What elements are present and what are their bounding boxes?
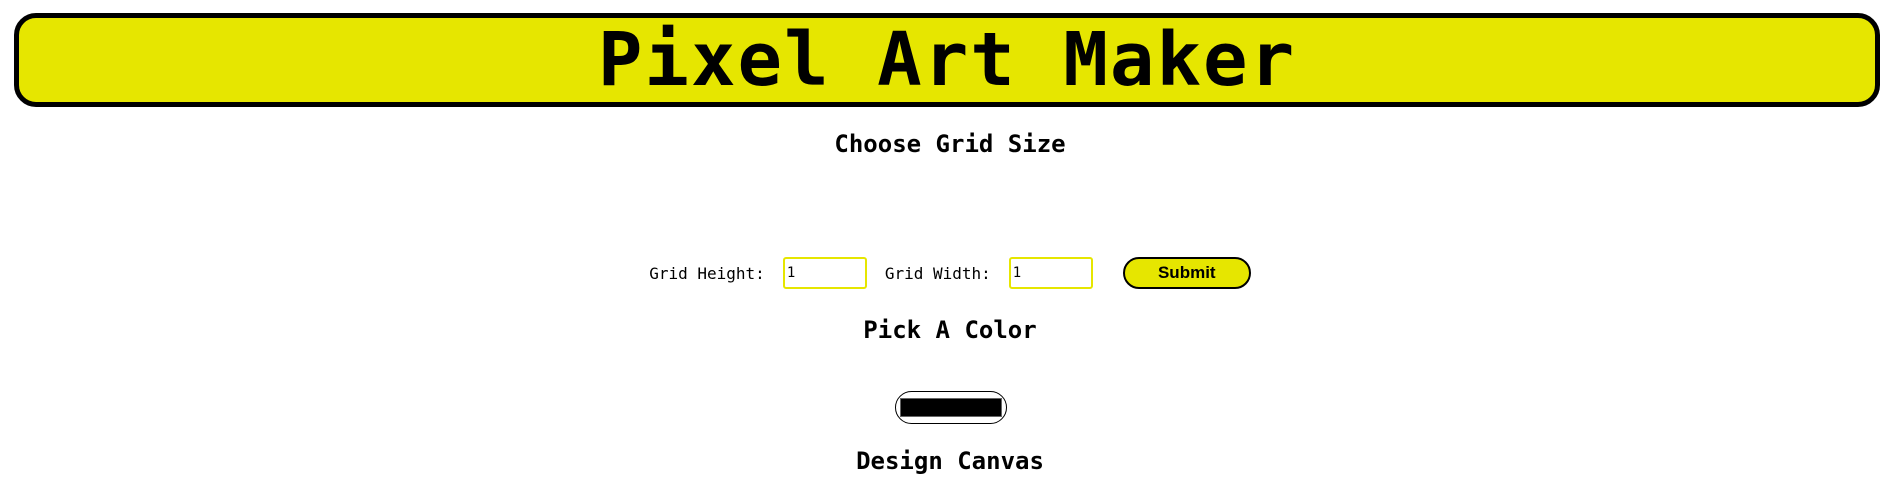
submit-button[interactable]: Submit: [1122, 257, 1251, 289]
pick-color-heading: Pick A Color: [863, 316, 1037, 344]
color-picker[interactable]: [895, 391, 1007, 424]
page-title: Pixel Art Maker: [597, 17, 1297, 103]
grid-height-label: Grid Height:: [649, 263, 765, 283]
color-swatch[interactable]: [900, 398, 1002, 417]
grid-height-input[interactable]: [782, 257, 867, 289]
grid-width-input[interactable]: [1008, 257, 1093, 289]
grid-size-heading: Choose Grid Size: [834, 130, 1066, 158]
grid-size-form: Grid Height: Grid Width: Submit: [0, 257, 1900, 289]
grid-width-label: Grid Width:: [884, 263, 991, 283]
design-canvas-heading: Design Canvas: [856, 447, 1044, 475]
title-banner: Pixel Art Maker: [14, 13, 1880, 107]
page: Pixel Art Maker Choose Grid Size Grid He…: [0, 0, 1900, 489]
